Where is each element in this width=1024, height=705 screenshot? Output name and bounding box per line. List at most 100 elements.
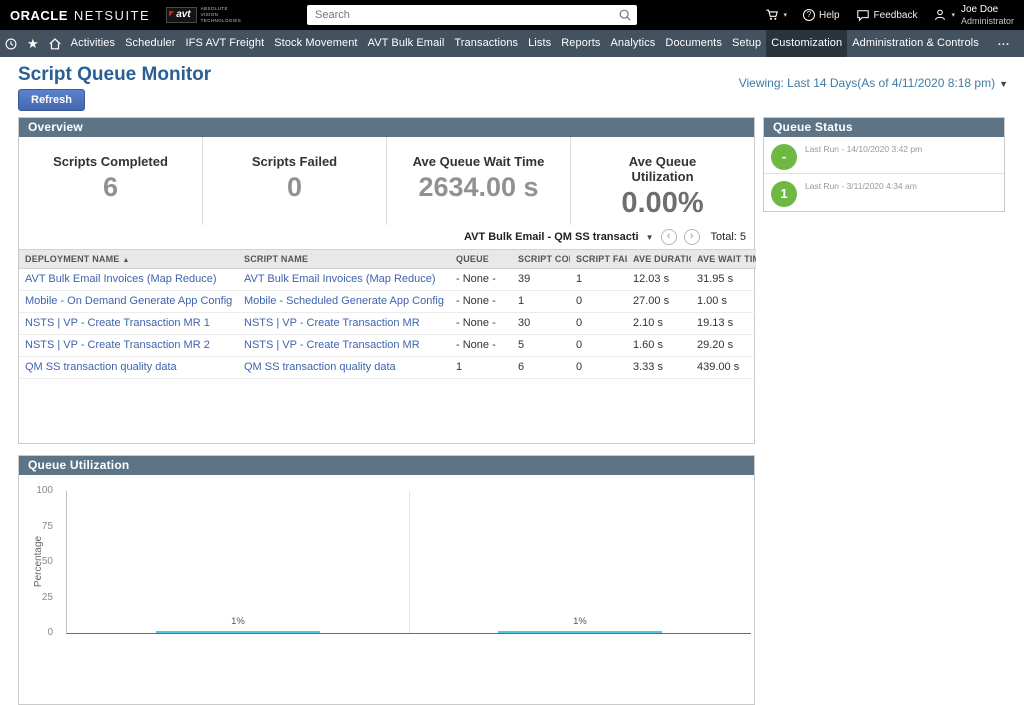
search-input[interactable] — [307, 5, 637, 25]
table-row: Mobile - On Demand Generate App Config M… — [19, 291, 756, 313]
scripts-completed-cell: 5 — [512, 335, 570, 357]
column-label: AVE DURATIO... — [633, 254, 691, 264]
nav-item-customization[interactable]: Customization — [766, 30, 847, 57]
chart-plot: 1%1% — [66, 491, 751, 634]
y-tick-label: 50 — [42, 556, 53, 567]
utilization-bar — [156, 631, 320, 633]
ave-duration-cell: 1.60 s — [627, 335, 691, 357]
column-header-scripts-completed[interactable]: SCRIPT COMP... — [512, 250, 570, 269]
table-header-row: DEPLOYMENT NAME▲ SCRIPT NAME QUEUE SCRIP… — [19, 250, 756, 269]
queue-last-run: Last Run - 3/11/2020 4:34 am — [805, 181, 917, 191]
script-name-link[interactable]: AVT Bulk Email Invoices (Map Reduce) — [238, 269, 450, 291]
total-count: Total: 5 — [711, 231, 746, 243]
table-row: NSTS | VP - Create Transaction MR 1 NSTS… — [19, 313, 756, 335]
stat-ave-queue-utilization: Ave Queue Utilization 0.00% — [571, 137, 754, 225]
ave-wait-time-cell: 19.13 s — [691, 313, 756, 335]
user-icon — [933, 8, 947, 22]
ave-wait-time-cell: 29.20 s — [691, 335, 756, 357]
chevron-down-icon[interactable]: ▼ — [646, 233, 654, 242]
nav-item-activities[interactable]: Activities — [66, 30, 120, 57]
nav-item-stock-movement[interactable]: Stock Movement — [269, 30, 362, 57]
search-icon[interactable] — [618, 8, 632, 22]
refresh-button[interactable]: Refresh — [18, 89, 85, 111]
chevron-down-icon: ▾ — [951, 11, 955, 19]
bar-value-label: 1% — [498, 616, 662, 627]
queue-status-item[interactable]: - Last Run - 14/10/2020 3:42 pm — [764, 137, 1004, 174]
home-icon[interactable] — [44, 30, 66, 57]
scripts-failed-cell: 0 — [570, 357, 627, 379]
oracle-wordmark: ORACLE — [10, 8, 68, 23]
user-menu[interactable]: ▾ Joe Doe Administrator — [933, 4, 1014, 26]
column-label: SCRIPT FAILE... — [576, 254, 627, 264]
nav-item-setup[interactable]: Setup — [727, 30, 766, 57]
create-new-menu[interactable]: ▾ — [765, 8, 787, 22]
script-name-link[interactable]: NSTS | VP - Create Transaction MR — [238, 313, 450, 335]
global-search — [307, 5, 637, 25]
nav-item-documents[interactable]: Documents — [660, 30, 727, 57]
scripts-failed-cell: 0 — [570, 291, 627, 313]
column-header-script-name[interactable]: SCRIPT NAME — [238, 250, 450, 269]
column-label: DEPLOYMENT NAME — [25, 254, 120, 264]
deployment-name-link[interactable]: Mobile - On Demand Generate App Config — [19, 291, 238, 313]
script-name-link[interactable]: QM SS transaction quality data — [238, 357, 450, 379]
scripts-failed-cell: 0 — [570, 335, 627, 357]
column-header-ave-wait-time[interactable]: AVE WAIT TIM... — [691, 250, 756, 269]
column-header-ave-duration[interactable]: AVE DURATIO... — [627, 250, 691, 269]
shortcuts-star-icon[interactable]: ★ — [22, 30, 44, 57]
feedback-button[interactable]: Feedback — [856, 9, 918, 22]
recent-records-icon[interactable] — [0, 30, 22, 57]
deployment-name-link[interactable]: NSTS | VP - Create Transaction MR 1 — [19, 313, 238, 335]
queue-status-badge: - — [771, 144, 797, 170]
overview-panel: Overview Scripts Completed 6 Scripts Fai… — [18, 117, 755, 444]
help-icon: ? — [803, 9, 815, 21]
viewing-range-selector[interactable]: Viewing: Last 14 Days(As of 4/11/2020 8:… — [739, 76, 1008, 90]
queue-status-badge: 1 — [771, 181, 797, 207]
nav-item-analytics[interactable]: Analytics — [605, 30, 660, 57]
cart-icon — [765, 8, 779, 22]
ave-duration-cell: 27.00 s — [627, 291, 691, 313]
user-info: Joe Doe Administrator — [961, 4, 1014, 26]
help-button[interactable]: ? Help — [803, 9, 840, 21]
stat-label: Ave Queue Wait Time — [387, 154, 570, 169]
queue-utilization-header: Queue Utilization — [19, 456, 754, 475]
page-title: Script Queue Monitor — [18, 64, 211, 86]
scripts-completed-cell: 30 — [512, 313, 570, 335]
ave-duration-cell: 2.10 s — [627, 313, 691, 335]
avt-logo-mark: avt — [166, 7, 196, 23]
nav-item-avt-bulk-email[interactable]: AVT Bulk Email — [363, 30, 450, 57]
y-tick-label: 25 — [42, 592, 53, 603]
deployment-name-link[interactable]: QM SS transaction quality data — [19, 357, 238, 379]
column-header-queue[interactable]: QUEUE — [450, 250, 512, 269]
table-row: NSTS | VP - Create Transaction MR 2 NSTS… — [19, 335, 756, 357]
queue-last-run: Last Run - 14/10/2020 3:42 pm — [805, 144, 922, 154]
column-label: QUEUE — [456, 254, 489, 264]
deployment-name-link[interactable]: AVT Bulk Email Invoices (Map Reduce) — [19, 269, 238, 291]
prev-page-button[interactable]: ‹ — [661, 229, 677, 245]
column-header-scripts-failed[interactable]: SCRIPT FAILE... — [570, 250, 627, 269]
nav-item-lists[interactable]: Lists — [523, 30, 556, 57]
oracle-netsuite-logo[interactable]: ORACLE NETSUITE — [10, 8, 150, 23]
nav-item-administration-controls[interactable]: Administration & Controls — [847, 30, 984, 57]
column-header-deployment-name[interactable]: DEPLOYMENT NAME▲ — [19, 250, 238, 269]
deployment-name-link[interactable]: NSTS | VP - Create Transaction MR 2 — [19, 335, 238, 357]
nav-item-transactions[interactable]: Transactions — [449, 30, 523, 57]
nav-more-button[interactable]: ... — [984, 30, 1024, 57]
user-role: Administrator — [961, 16, 1014, 26]
queue-cell: - None - — [450, 313, 512, 335]
queue-status-item[interactable]: 1 Last Run - 3/11/2020 4:34 am — [764, 174, 1004, 211]
queue-utilization-panel: Queue Utilization Percentage 0255075100 … — [18, 455, 755, 705]
nav-item-ifs-avt-freight[interactable]: IFS AVT Freight — [181, 30, 270, 57]
ave-wait-time-cell: 31.95 s — [691, 269, 756, 291]
ave-wait-time-cell: 439.00 s — [691, 357, 756, 379]
deployment-range-selector[interactable]: AVT Bulk Email - QM SS transacti — [464, 231, 639, 243]
avt-sub-line: TECHNOLOGIES — [201, 18, 242, 24]
nav-item-scheduler[interactable]: Scheduler — [120, 30, 180, 57]
script-name-link[interactable]: NSTS | VP - Create Transaction MR — [238, 335, 450, 357]
script-name-link[interactable]: Mobile - Scheduled Generate App Config — [238, 291, 450, 313]
stat-value: 2634.00 s — [387, 172, 570, 203]
chevron-down-icon: ▼ — [999, 79, 1008, 89]
scripts-completed-cell: 39 — [512, 269, 570, 291]
stat-value: 0 — [203, 172, 386, 203]
next-page-button[interactable]: › — [684, 229, 700, 245]
nav-item-reports[interactable]: Reports — [556, 30, 605, 57]
